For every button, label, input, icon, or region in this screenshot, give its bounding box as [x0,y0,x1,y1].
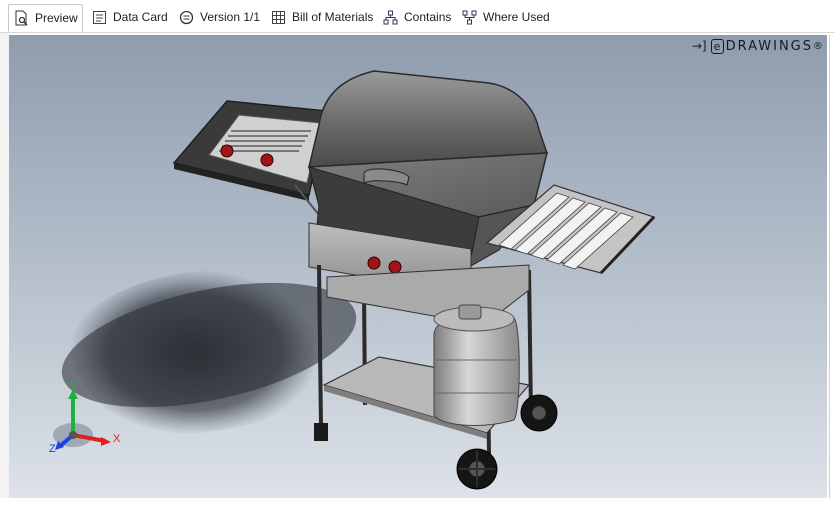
version-icon [179,10,194,24]
right-border [829,35,835,498]
model-viewport[interactable]: →] e DRAWINGS ® Y X Z [9,35,827,498]
axis-x-label: X [113,433,121,445]
axis-triad: Y X Z [49,379,129,463]
logo-letter: e [710,38,724,54]
axis-y-label: Y [69,379,77,391]
bill-of-materials-icon [272,10,285,24]
tab-label: Contains [404,10,452,24]
contains-icon [383,10,398,24]
wheel-front [456,448,498,490]
preview-icon [15,10,28,26]
tab-contains[interactable]: Contains [379,4,455,30]
logo-mark: ® [813,40,823,52]
tab-label: Data Card [113,10,168,24]
tab-data-card[interactable]: Data Card [88,4,172,30]
tab-label: Bill of Materials [292,10,374,24]
tab-label: Preview [35,11,78,25]
tab-where-used[interactable]: Where Used [458,4,554,30]
edrawings-logo: →] e DRAWINGS ® [691,38,823,54]
tab-bill-of-materials[interactable]: Bill of Materials [267,4,377,30]
left-border [0,33,9,507]
where-used-icon [462,10,477,24]
data-card-icon [93,10,106,24]
bottom-border [0,498,835,507]
tab-version[interactable]: Version 1/1 [175,4,264,30]
tab-bar: Preview Data Card Version 1/1 Bill of Ma… [0,0,835,33]
logo-text: DRAWINGS [725,38,813,54]
tab-label: Version 1/1 [200,10,261,24]
axis-z-label: Z [49,443,56,455]
tab-label: Where Used [483,10,550,24]
tab-preview[interactable]: Preview [8,4,83,32]
grill-model [61,70,656,490]
